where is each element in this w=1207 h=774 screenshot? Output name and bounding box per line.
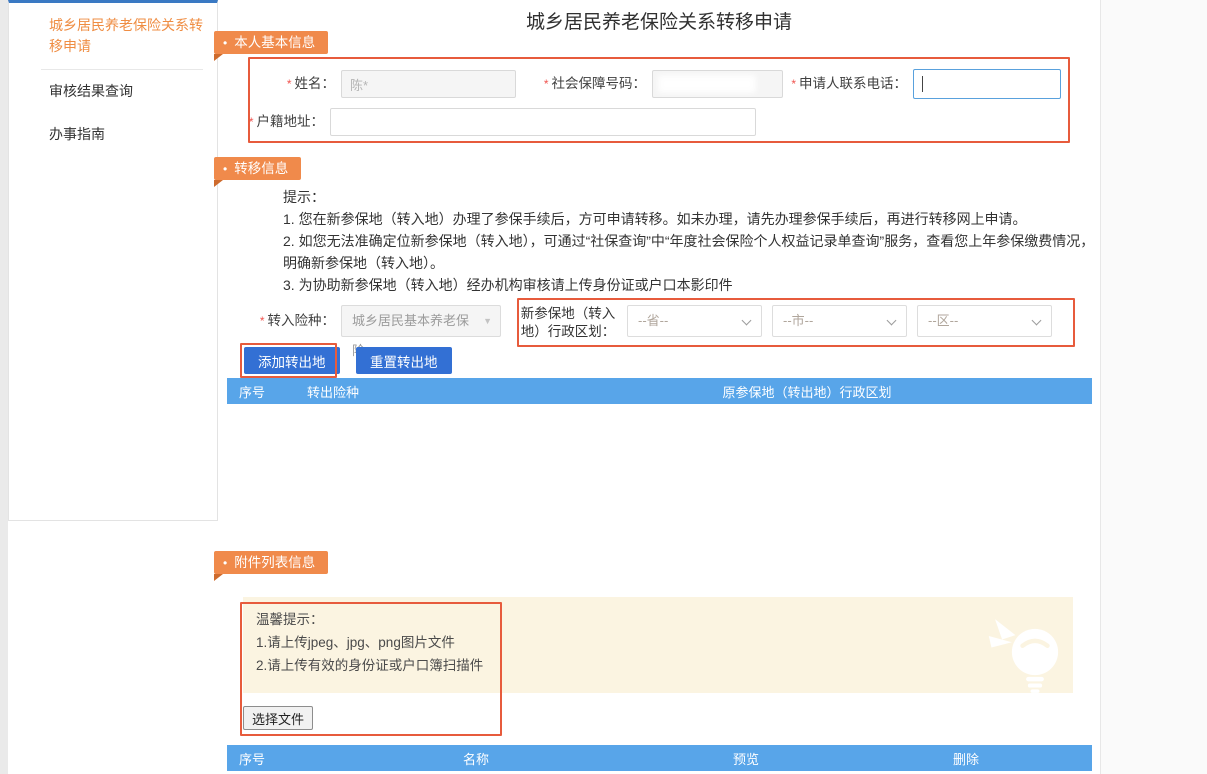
upload-tips-panel: 温馨提示： 1.请上传jpeg、jpg、png图片文件 2.请上传有效的身份证或… <box>243 597 1073 693</box>
attachments-table-header: 序号 名称 预览 删除 <box>227 745 1092 771</box>
chevron-down-icon <box>742 316 752 326</box>
column-header-seq: 序号 <box>227 749 331 768</box>
text-cursor <box>922 76 923 92</box>
page-title: 城乡居民养老保险关系转移申请 <box>218 7 1100 34</box>
column-header-origin-region: 原参保地（转出地）行政区划 <box>522 382 1092 401</box>
upload-tips-title: 温馨提示： <box>256 608 1073 631</box>
province-select[interactable]: --省-- <box>627 305 762 337</box>
address-field[interactable] <box>330 108 756 136</box>
name-label: *姓名： <box>240 70 335 98</box>
reset-transfer-out-button[interactable]: 重置转出地 <box>356 347 452 374</box>
column-header-insurance-type: 转出险种 <box>307 382 522 401</box>
sidebar-item-audit-result[interactable]: 审核结果查询 <box>9 70 217 113</box>
sidebar-item-transfer-apply[interactable]: 城乡居民养老保险关系转移申请 <box>9 3 217 69</box>
dropdown-arrow-icon: ▼ <box>483 306 492 336</box>
column-header-name: 名称 <box>331 749 621 768</box>
new-region-label: 新参保地（转入地）行政区划： <box>519 305 617 341</box>
sidebar: 城乡居民养老保险关系转移申请 审核结果查询 办事指南 <box>8 0 218 521</box>
tips-title: 提示： <box>283 186 1095 208</box>
phone-label: *申请人联系电话： <box>776 70 907 98</box>
bullet-icon: • <box>223 556 227 570</box>
transfer-tips: 提示： 1. 您在新参保地（转入地）办理了参保手续后，方可申请转移。如未办理，请… <box>283 186 1095 296</box>
ssn-redaction-blur <box>658 75 756 93</box>
column-header-delete: 删除 <box>871 749 1061 768</box>
transfer-out-table-header: 序号 转出险种 原参保地（转出地）行政区划 <box>227 378 1092 404</box>
section-badge-basic-info: •本人基本信息 <box>214 31 328 54</box>
insurance-type-label: *转入险种： <box>232 307 335 335</box>
column-header-preview: 预览 <box>621 749 871 768</box>
right-gutter <box>1100 0 1207 774</box>
add-transfer-out-button[interactable]: 添加转出地 <box>244 347 340 374</box>
ssn-label: *社会保障号码： <box>500 70 646 98</box>
district-select[interactable]: --区-- <box>917 305 1052 337</box>
ssn-field <box>652 70 783 98</box>
choose-file-button[interactable]: 选择文件 <box>243 706 313 730</box>
tip-line: 1. 您在新参保地（转入地）办理了参保手续后，方可申请转移。如未办理，请先办理参… <box>283 208 1095 230</box>
phone-field[interactable] <box>913 69 1061 99</box>
chevron-down-icon <box>1032 316 1042 326</box>
left-gutter <box>0 0 8 774</box>
insurance-type-select: 城乡居民基本养老保险 ▼ <box>341 305 501 337</box>
section-badge-transfer-info: •转移信息 <box>214 157 301 180</box>
address-label: *户籍地址： <box>226 108 324 136</box>
upload-tip-line: 1.请上传jpeg、jpg、png图片文件 <box>256 631 1073 654</box>
bullet-icon: • <box>223 36 227 50</box>
bullet-icon: • <box>223 162 227 176</box>
page: 城乡居民养老保险关系转移申请 审核结果查询 办事指南 城乡居民养老保险关系转移申… <box>0 0 1207 774</box>
sidebar-item-guide[interactable]: 办事指南 <box>9 113 217 156</box>
upload-tip-line: 2.请上传有效的身份证或户口簿扫描件 <box>256 654 1073 677</box>
tip-line: 3. 为协助新参保地（转入地）经办机构审核请上传身份证或户口本影印件 <box>283 274 1095 296</box>
name-field <box>341 70 516 98</box>
lightbulb-icon <box>987 609 1067 693</box>
city-select[interactable]: --市-- <box>772 305 907 337</box>
section-badge-attachments: •附件列表信息 <box>214 551 328 574</box>
column-header-seq: 序号 <box>227 382 307 401</box>
tip-line: 2. 如您无法准确定位新参保地（转入地），可通过“社保查询”中“年度社会保险个人… <box>283 230 1095 274</box>
chevron-down-icon <box>887 316 897 326</box>
